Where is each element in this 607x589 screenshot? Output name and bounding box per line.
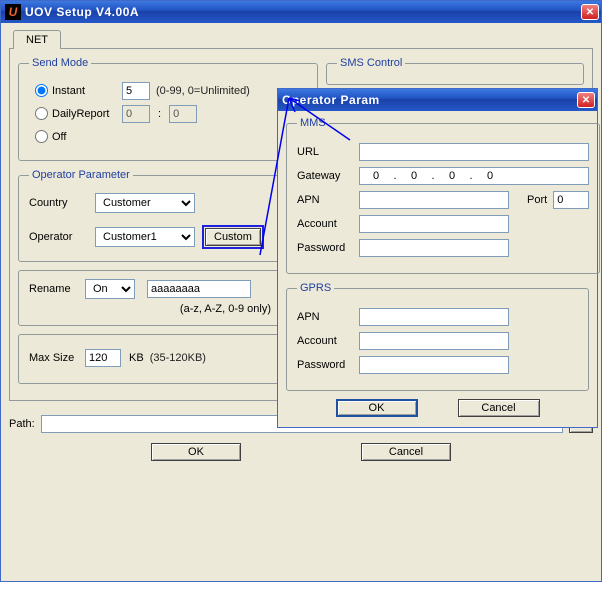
instant-radio[interactable] — [35, 84, 48, 97]
mms-gateway-label: Gateway — [297, 170, 359, 182]
country-label: Country — [29, 197, 95, 209]
sms-control-legend: SMS Control — [337, 57, 405, 69]
mms-password-label: Password — [297, 242, 359, 254]
rename-hint: (a-z, A-Z, 0-9 only) — [29, 303, 271, 315]
mms-group: MMS URL Gateway 0 . 0 . 0 . 0 APN — [286, 117, 600, 274]
gprs-password-label: Password — [297, 359, 359, 371]
gprs-group: GPRS APN Account Password — [286, 282, 589, 391]
dialog-cancel-button[interactable]: Cancel — [458, 399, 540, 417]
rename-group: Rename On (a-z, A-Z, 0-9 only) — [18, 270, 282, 326]
gprs-account-input[interactable] — [359, 332, 509, 350]
mms-url-label: URL — [297, 146, 359, 158]
operator-param-dialog: Operator Param ✕ MMS URL Gateway 0 . 0 .… — [277, 88, 598, 428]
mms-port-input[interactable] — [553, 191, 589, 209]
gprs-password-input[interactable] — [359, 356, 509, 374]
rename-select[interactable]: On — [85, 279, 135, 299]
sms-control-group: SMS Control — [326, 57, 584, 85]
operator-label: Operator — [29, 231, 95, 243]
daily-radio[interactable] — [35, 107, 48, 120]
main-cancel-button[interactable]: Cancel — [361, 443, 451, 461]
custom-button[interactable]: Custom — [205, 228, 261, 246]
mms-apn-input[interactable] — [359, 191, 509, 209]
instant-hint: (0-99, 0=Unlimited) — [156, 85, 250, 97]
off-radio[interactable] — [35, 130, 48, 143]
instant-label: Instant — [52, 85, 122, 97]
send-mode-legend: Send Mode — [29, 57, 91, 69]
main-ok-button[interactable]: OK — [151, 443, 241, 461]
maxsize-unit: KB — [129, 352, 144, 364]
dialog-client: MMS URL Gateway 0 . 0 . 0 . 0 APN — [278, 111, 597, 427]
mms-apn-label: APN — [297, 194, 359, 206]
operator-parameter-group: Operator Parameter Country Customer Oper… — [18, 169, 282, 262]
daily-hour-input — [122, 105, 150, 123]
mms-port-label: Port — [527, 194, 547, 206]
mms-password-input[interactable] — [359, 239, 509, 257]
mms-account-label: Account — [297, 218, 359, 230]
operator-parameter-legend: Operator Parameter — [29, 169, 133, 181]
instant-value-input[interactable] — [122, 82, 150, 100]
tab-net[interactable]: NET — [13, 30, 61, 49]
app-icon: U — [5, 4, 21, 20]
main-title: UOV Setup V4.00A — [25, 5, 581, 19]
rename-label: Rename — [29, 283, 85, 295]
daily-label: DailyReport — [52, 108, 122, 120]
gprs-apn-input[interactable] — [359, 308, 509, 326]
rename-input[interactable] — [147, 280, 251, 298]
mms-gateway-input[interactable]: 0 . 0 . 0 . 0 — [359, 167, 589, 185]
daily-min-input — [169, 105, 197, 123]
maxsize-label: Max Size — [29, 352, 85, 364]
mms-url-input[interactable] — [359, 143, 589, 161]
operator-select[interactable]: Customer1 — [95, 227, 195, 247]
gprs-legend: GPRS — [297, 282, 334, 294]
mms-account-input[interactable] — [359, 215, 509, 233]
maxsize-group: Max Size KB (35-120KB) — [18, 334, 282, 384]
main-titlebar: U UOV Setup V4.00A ✕ — [1, 1, 601, 23]
path-label: Path: — [9, 418, 35, 430]
mms-legend: MMS — [297, 117, 329, 129]
dialog-close-icon[interactable]: ✕ — [577, 92, 595, 108]
send-mode-group: Send Mode Instant (0-99, 0=Unlimited) Da… — [18, 57, 318, 161]
tab-strip: NET — [13, 29, 593, 48]
gprs-account-label: Account — [297, 335, 359, 347]
dialog-ok-button[interactable]: OK — [336, 399, 418, 417]
gprs-apn-label: APN — [297, 311, 359, 323]
country-select[interactable]: Customer — [95, 193, 195, 213]
off-label: Off — [52, 131, 66, 143]
close-icon[interactable]: ✕ — [581, 4, 599, 20]
dialog-title: Operator Param — [282, 93, 577, 107]
maxsize-hint: (35-120KB) — [150, 352, 206, 364]
maxsize-input[interactable] — [85, 349, 121, 367]
dialog-titlebar: Operator Param ✕ — [278, 89, 597, 111]
daily-colon: : — [158, 108, 161, 120]
